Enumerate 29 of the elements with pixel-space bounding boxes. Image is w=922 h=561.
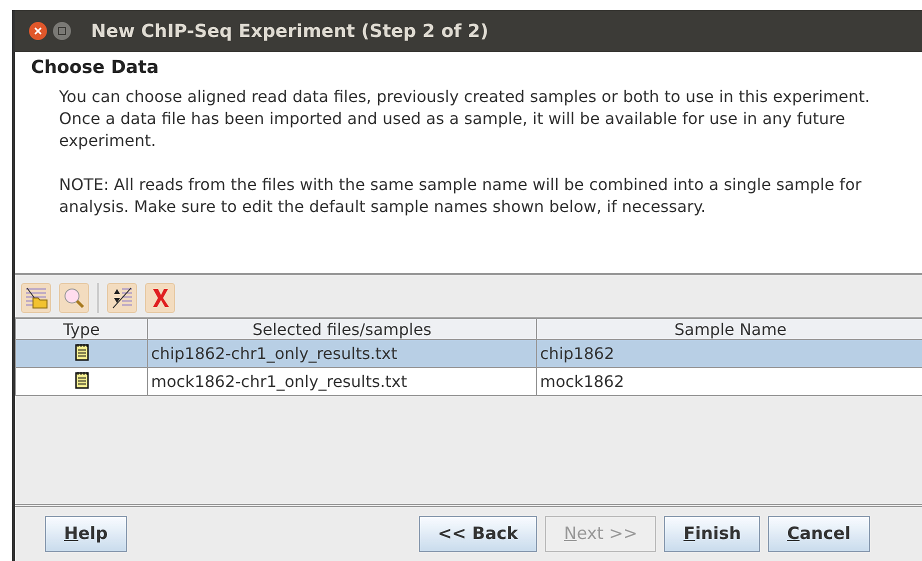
column-header[interactable]: Selected files/samples: [148, 318, 536, 340]
minimize-button[interactable]: [53, 22, 71, 40]
dialog-button[interactable]: Help: [45, 516, 127, 552]
sort-icon: [110, 286, 134, 310]
table-cell[interactable]: chip1862: [536, 340, 922, 368]
section-heading: Choose Data: [31, 57, 160, 78]
description-text: NOTE: All reads from the files with the same sample name will be combined into a single sample for analysis. Make sure to edit the default sample names shown below, if necessary.: [59, 174, 862, 218]
dialog-button[interactable]: << Back: [418, 516, 537, 552]
close-icon: [34, 27, 42, 35]
sort-button[interactable]: [107, 283, 137, 313]
dialog-button[interactable]: Finish: [664, 516, 760, 552]
close-button[interactable]: [29, 22, 47, 40]
column-header[interactable]: Sample Name: [536, 318, 922, 340]
search-icon: [62, 286, 86, 310]
notepad-icon: [74, 370, 88, 388]
folder-button[interactable]: [21, 283, 51, 313]
delete-button[interactable]: [145, 283, 175, 313]
dialog-button[interactable]: Cancel: [768, 516, 870, 552]
column-header[interactable]: Type: [16, 318, 148, 340]
table-cell[interactable]: mock1862: [536, 368, 922, 396]
table-cell[interactable]: mock1862-chr1_only_results.txt: [148, 368, 536, 396]
dialog-button: Next >>: [544, 516, 656, 552]
folder-icon: [24, 286, 48, 310]
description-text: You can choose aligned read data files, previously created samples or both to use in this experiment. Once a data file has been imported and used as a sample, it will be available for use in any future experiment.: [59, 86, 871, 152]
square-icon: [58, 27, 66, 35]
search-button[interactable]: [59, 283, 89, 313]
notepad-icon: [74, 342, 88, 360]
window-title: New ChIP-Seq Experiment (Step 2 of 2): [91, 20, 488, 42]
table-cell[interactable]: chip1862-chr1_only_results.txt: [148, 340, 536, 368]
